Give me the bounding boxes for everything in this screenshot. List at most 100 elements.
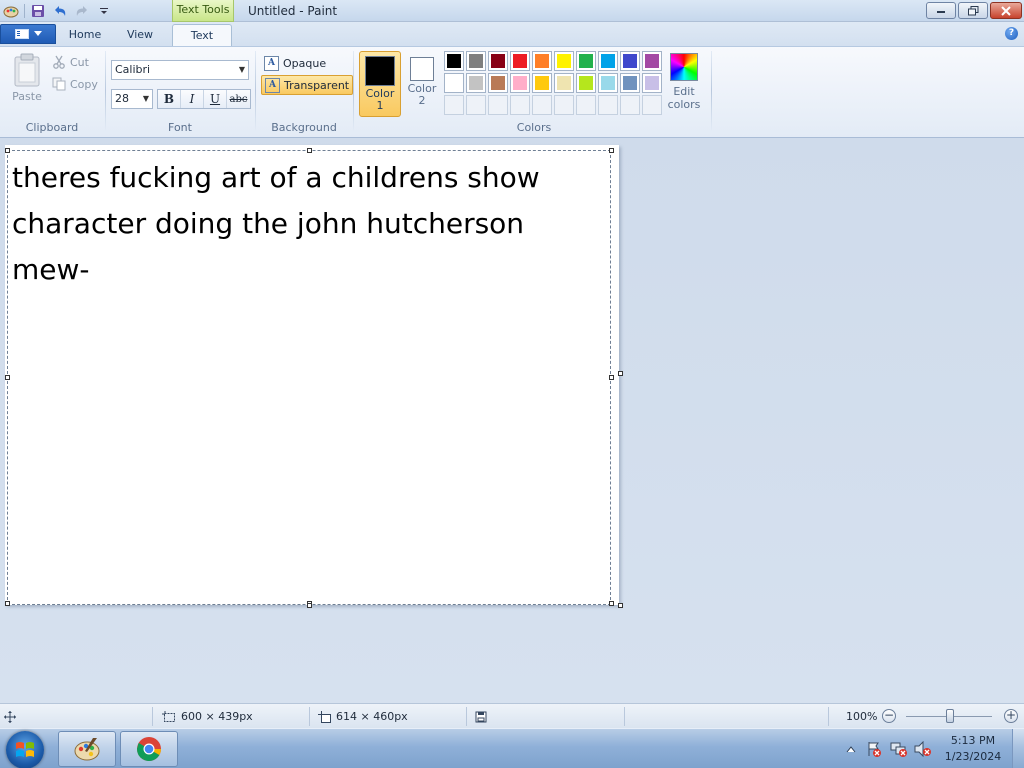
volume-muted-icon[interactable] [914,740,932,760]
underline-button[interactable]: U [204,90,227,108]
palette-custom-slot[interactable] [444,95,464,115]
palette-color-swatch[interactable] [554,73,574,93]
palette-color-swatch[interactable] [598,51,618,71]
restore-button[interactable] [958,2,988,19]
palette-custom-slot[interactable] [466,95,486,115]
canvas-size-icon [318,710,331,723]
palette-color-swatch[interactable] [532,73,552,93]
customize-qat-icon[interactable] [95,2,113,20]
show-hidden-icons-button[interactable] [846,743,856,756]
italic-button[interactable]: I [181,90,204,108]
palette-color-swatch[interactable] [466,51,486,71]
paint-menu-button[interactable] [0,24,56,44]
ribbon: Paste Cut Copy Clipboard Calibri ▼ 28 ▼ … [0,46,1024,138]
textbox-resize-handle[interactable] [609,601,614,606]
color2-label: Color 2 [407,82,437,107]
colors-group-label: Colors [516,121,552,134]
color1-button[interactable]: Color 1 [359,51,401,117]
canvas-workspace[interactable]: theres fucking art of a childrens show c… [0,138,1024,703]
undo-icon[interactable] [51,2,69,20]
palette-color-swatch[interactable] [488,51,508,71]
color2-button[interactable]: Color 2 [403,51,441,117]
zoom-out-button[interactable]: − [882,709,896,723]
status-separator [309,707,310,726]
show-desktop-button[interactable] [1012,729,1024,768]
palette-custom-slot[interactable] [554,95,574,115]
palette-color-swatch[interactable] [642,51,662,71]
textbox-resize-handle[interactable] [609,375,614,380]
clipboard-icon [14,53,40,87]
canvas-resize-handle[interactable] [618,371,623,376]
edit-colors-button[interactable]: Edit colors [666,53,702,111]
paste-button[interactable]: Paste [8,53,46,103]
taskbar-paint-button[interactable] [58,731,116,767]
status-separator [624,707,625,726]
palette-color-swatch[interactable] [510,51,530,71]
font-family-value: Calibri [115,63,151,76]
font-family-select[interactable]: Calibri ▼ [111,60,249,80]
palette-custom-slot[interactable] [532,95,552,115]
minimize-button[interactable] [926,2,956,19]
close-button[interactable] [990,2,1022,19]
bold-button[interactable]: B [158,90,181,108]
status-separator [466,707,467,726]
palette-custom-slot[interactable] [620,95,640,115]
zoom-slider-thumb[interactable] [946,709,954,723]
action-center-icon[interactable] [866,741,882,760]
help-icon[interactable]: ? [1005,27,1018,40]
redo-icon[interactable] [73,2,91,20]
palette-custom-slot[interactable] [488,95,508,115]
tab-view[interactable]: View [118,24,162,46]
palette-color-swatch[interactable] [510,73,530,93]
status-separator [152,707,153,726]
start-button[interactable] [6,731,44,768]
taskbar-chrome-button[interactable] [120,731,178,767]
palette-color-swatch[interactable] [598,73,618,93]
palette-color-swatch[interactable] [488,73,508,93]
canvas-resize-handle[interactable] [307,603,312,608]
windows-logo-icon [16,742,34,757]
color-spectrum-icon [670,53,698,81]
palette-color-swatch[interactable] [554,51,574,71]
palette-color-swatch[interactable] [444,51,464,71]
taskbar-clock[interactable]: 5:13 PM 1/23/2024 [938,733,1008,765]
palette-color-swatch[interactable] [642,73,662,93]
text-box[interactable]: theres fucking art of a childrens show c… [7,150,611,605]
canvas-resize-handle[interactable] [618,603,623,608]
edit-colors-label: Edit colors [667,85,701,111]
textbox-resize-handle[interactable] [609,148,614,153]
ribbon-tab-row: Home View Text ? [0,22,1024,47]
drawing-canvas[interactable]: theres fucking art of a childrens show c… [5,145,619,606]
textbox-resize-handle[interactable] [5,148,10,153]
palette-color-swatch[interactable] [444,73,464,93]
selection-size-value: 600 × 439px [181,710,253,723]
palette-color-swatch[interactable] [532,51,552,71]
palette-custom-slot[interactable] [642,95,662,115]
canvas-text[interactable]: theres fucking art of a childrens show c… [12,155,608,293]
palette-custom-slot[interactable] [510,95,530,115]
palette-color-swatch[interactable] [466,73,486,93]
textbox-resize-handle[interactable] [307,148,312,153]
text-format-buttons: B I U abc [157,89,251,109]
transparent-icon: A [265,77,280,93]
textbox-resize-handle[interactable] [5,601,10,606]
palette-custom-slot[interactable] [576,95,596,115]
font-size-select[interactable]: 28 ▼ [111,89,153,109]
cut-button[interactable]: Cut [52,55,89,69]
opaque-button[interactable]: A Opaque [261,53,329,73]
strikethrough-button[interactable]: abc [227,90,250,108]
palette-color-swatch[interactable] [576,51,596,71]
network-icon[interactable] [890,741,908,760]
zoom-in-button[interactable]: + [1004,709,1018,723]
textbox-resize-handle[interactable] [5,375,10,380]
palette-custom-slot[interactable] [598,95,618,115]
copy-button[interactable]: Copy [52,77,98,91]
palette-color-swatch[interactable] [620,73,640,93]
transparent-button[interactable]: A Transparent [261,75,354,95]
palette-color-swatch[interactable] [576,73,596,93]
save-icon[interactable] [29,2,47,20]
tab-home[interactable]: Home [62,24,108,46]
paint-app-icon[interactable] [2,2,20,20]
palette-color-swatch[interactable] [620,51,640,71]
tab-text[interactable]: Text [172,24,232,47]
